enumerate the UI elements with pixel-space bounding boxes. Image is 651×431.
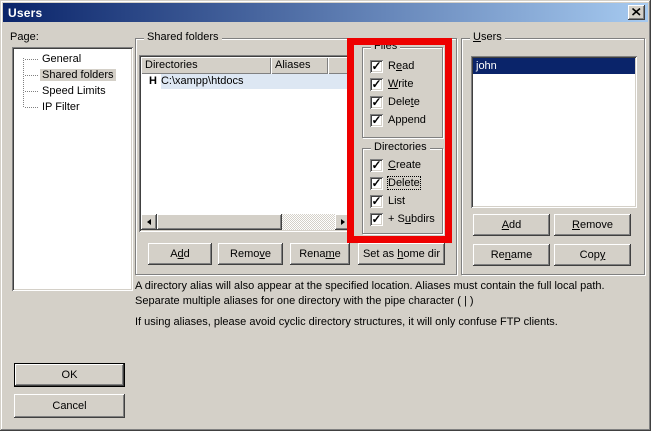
scroll-left-button[interactable] xyxy=(141,214,157,230)
titlebar: Users xyxy=(3,3,648,22)
checkmark-icon: ✓ xyxy=(371,196,381,206)
button-label: OK xyxy=(62,369,78,381)
add-user-button[interactable]: Add xyxy=(473,214,550,236)
checkmark-icon: ✓ xyxy=(371,61,381,71)
checkbox-label[interactable]: Append xyxy=(388,114,426,126)
checkbox-box[interactable]: ✓ xyxy=(370,60,383,73)
listview-header: Directories Aliases xyxy=(141,57,351,74)
directory-row[interactable]: H C:\xampp\htdocs xyxy=(141,74,351,89)
users-list: john xyxy=(471,56,637,208)
checkbox-label[interactable]: Write xyxy=(388,78,413,90)
scrollbar-track[interactable] xyxy=(282,214,335,230)
page-tree: General Shared folders Speed Limits IP F… xyxy=(12,47,133,291)
button-label: Add xyxy=(170,248,190,260)
alias-help-paragraph-1: A directory alias will also appear at th… xyxy=(135,279,640,309)
button-label: Set as home dir xyxy=(363,248,440,260)
scroll-left-icon xyxy=(144,219,151,225)
checkbox-box[interactable]: ✓ xyxy=(370,114,383,127)
alias-help-text: A directory alias will also appear at th… xyxy=(135,279,640,336)
checkbox-label[interactable]: List xyxy=(388,195,405,207)
checkbox-box[interactable]: ✓ xyxy=(370,195,383,208)
checkmark-icon: ✓ xyxy=(371,115,381,125)
checkbox-files-write[interactable]: ✓ Write xyxy=(363,75,442,93)
home-directory-marker: H xyxy=(141,74,161,89)
checkbox-label[interactable]: Create xyxy=(388,159,421,171)
files-permissions-group: Files ✓ Read ✓ Write ✓ Delete ✓ Append xyxy=(362,47,443,138)
checkbox-label[interactable]: Delete xyxy=(388,177,420,189)
page-item-general[interactable]: General xyxy=(14,51,131,67)
checkbox-files-append[interactable]: ✓ Append xyxy=(363,111,442,129)
checkbox-box[interactable]: ✓ xyxy=(370,159,383,172)
directories-listview: Directories Aliases H C:\xampp\htdocs xyxy=(139,55,353,232)
checkmark-icon: ✓ xyxy=(371,214,381,224)
checkbox-files-delete[interactable]: ✓ Delete xyxy=(363,93,442,111)
checkbox-files-read[interactable]: ✓ Read xyxy=(363,57,442,75)
directories-permissions-group: Directories ✓ Create ✓ Delete ✓ List ✓ +… xyxy=(362,148,443,234)
remove-directory-button[interactable]: Remove xyxy=(218,243,283,265)
rename-user-button[interactable]: Rename xyxy=(473,244,550,266)
column-header-filler xyxy=(328,57,351,74)
checkbox-label[interactable]: Read xyxy=(388,60,414,72)
set-as-home-dir-button[interactable]: Set as home dir xyxy=(358,243,445,265)
remove-user-button[interactable]: Remove xyxy=(554,214,631,236)
close-icon xyxy=(632,7,641,19)
alias-help-paragraph-2: If using aliases, please avoid cyclic di… xyxy=(135,315,640,330)
button-label: Cancel xyxy=(52,400,86,412)
checkbox-dirs-subdirs[interactable]: ✓ + Subdirs xyxy=(363,210,442,228)
checkmark-icon: ✓ xyxy=(371,79,381,89)
users-group: Users john Add Remove Rename Copy xyxy=(461,38,645,275)
page-item-speed-limits[interactable]: Speed Limits xyxy=(14,83,131,99)
page-item-ip-filter[interactable]: IP Filter xyxy=(14,99,131,115)
column-header-aliases[interactable]: Aliases xyxy=(271,57,328,74)
scrollbar-thumb[interactable] xyxy=(157,214,282,230)
window-title: Users xyxy=(3,6,42,20)
checkmark-icon: ✓ xyxy=(371,160,381,170)
ok-button[interactable]: OK xyxy=(14,363,125,387)
scroll-right-icon xyxy=(341,219,348,225)
checkbox-box[interactable]: ✓ xyxy=(370,96,383,109)
users-group-label: Users xyxy=(470,31,505,44)
directories-group-label: Directories xyxy=(371,141,430,154)
page-item-shared-folders[interactable]: Shared folders xyxy=(14,67,131,83)
checkbox-dirs-list[interactable]: ✓ List xyxy=(363,192,442,210)
close-button[interactable] xyxy=(628,5,645,20)
button-label: Remove xyxy=(572,219,613,231)
shared-folders-group-label: Shared folders xyxy=(144,31,222,44)
page-label: Page: xyxy=(10,31,39,43)
checkbox-box[interactable]: ✓ xyxy=(370,78,383,91)
listview-body: H C:\xampp\htdocs xyxy=(141,74,351,214)
scroll-right-button[interactable] xyxy=(335,214,351,230)
copy-user-button[interactable]: Copy xyxy=(554,244,631,266)
button-label: Rename xyxy=(299,248,341,260)
user-list-item[interactable]: john xyxy=(473,58,635,74)
button-label: Copy xyxy=(580,249,606,261)
cancel-button[interactable]: Cancel xyxy=(14,394,125,418)
checkbox-dirs-create[interactable]: ✓ Create xyxy=(363,156,442,174)
button-label: Rename xyxy=(491,249,533,261)
checkmark-icon: ✓ xyxy=(371,178,381,188)
add-directory-button[interactable]: Add xyxy=(148,243,212,265)
checkmark-icon: ✓ xyxy=(371,97,381,107)
users-dialog: { "window": { "title": "Users" }, "page_… xyxy=(0,0,651,431)
horizontal-scrollbar[interactable] xyxy=(141,214,351,230)
files-group-label: Files xyxy=(371,40,400,53)
checkbox-label[interactable]: Delete xyxy=(388,96,420,108)
directory-path[interactable]: C:\xampp\htdocs xyxy=(161,74,351,89)
checkbox-box[interactable]: ✓ xyxy=(370,177,383,190)
button-label: Remove xyxy=(230,248,271,260)
checkbox-dirs-delete[interactable]: ✓ Delete xyxy=(363,174,442,192)
rename-directory-button[interactable]: Rename xyxy=(290,243,350,265)
checkbox-label[interactable]: + Subdirs xyxy=(388,213,435,225)
checkbox-box[interactable]: ✓ xyxy=(370,213,383,226)
button-label: Add xyxy=(502,219,522,231)
column-header-directories[interactable]: Directories xyxy=(141,57,271,74)
